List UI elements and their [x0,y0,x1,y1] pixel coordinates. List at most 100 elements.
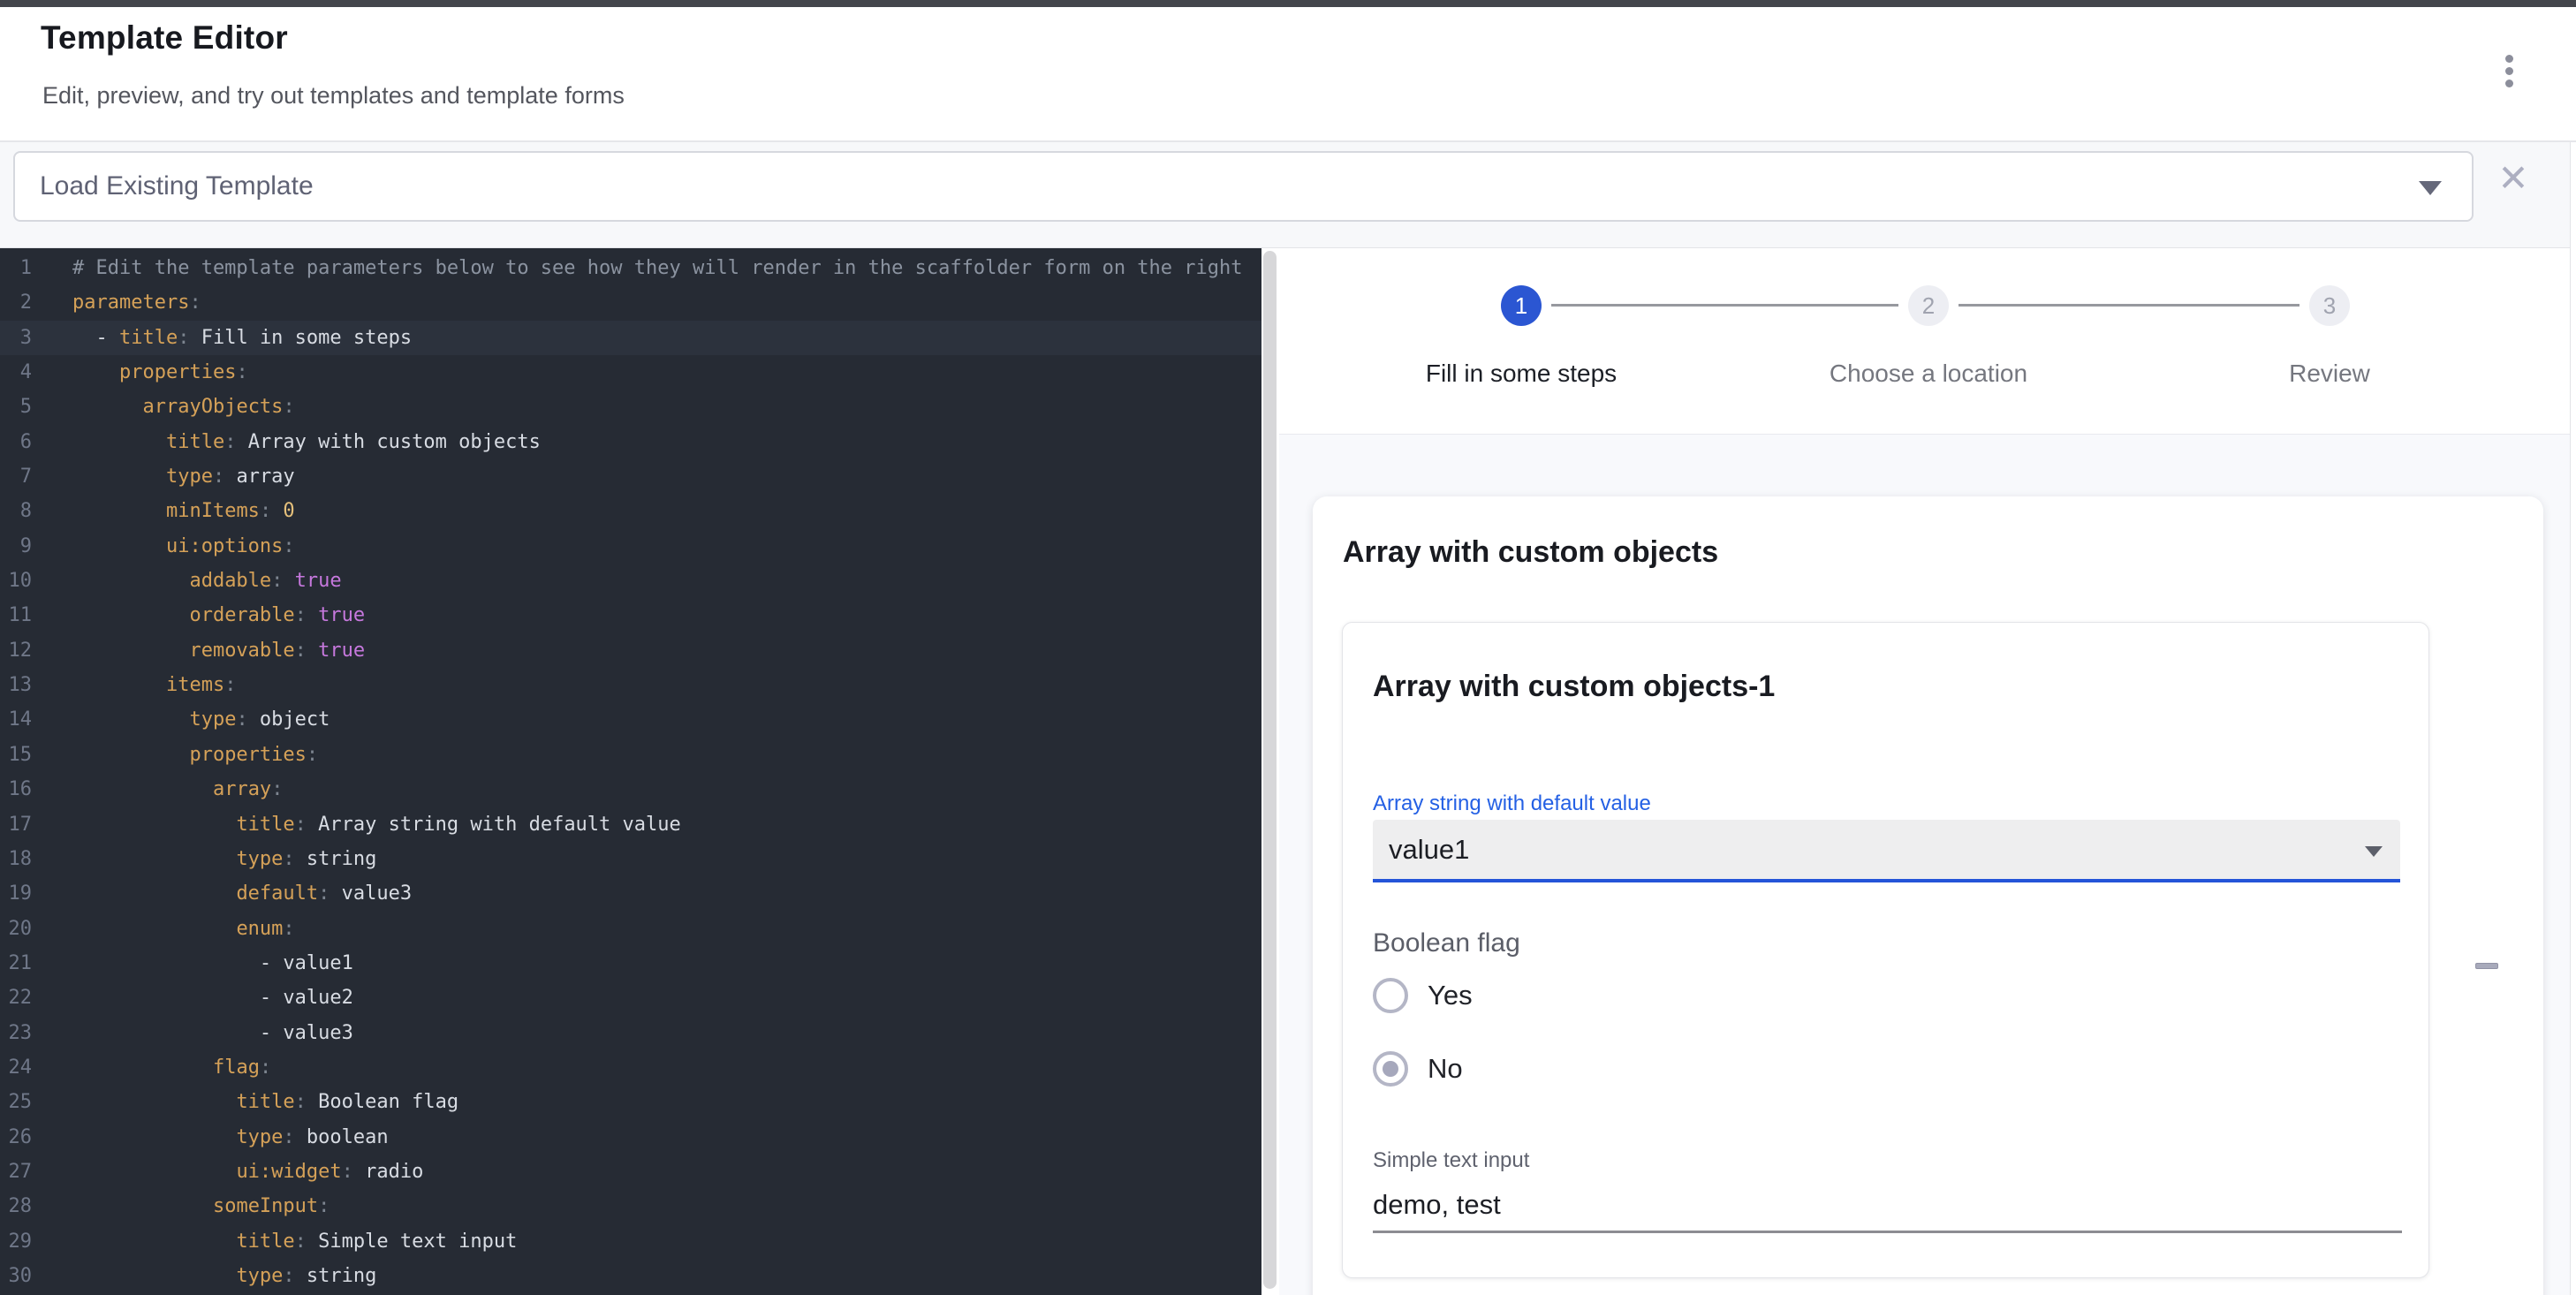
code-text: - title: Fill in some steps [32,321,412,355]
page-subtitle: Edit, preview, and try out templates and… [42,82,625,110]
select-field-label: Array string with default value [1373,791,1651,816]
code-line-17[interactable]: 17 title: Array string with default valu… [0,807,1261,842]
code-line-22[interactable]: 22 - value2 [0,981,1261,1015]
step-circle-2[interactable]: 2 [1908,285,1949,326]
code-line-12[interactable]: 12 removable: true [0,633,1261,668]
kebab-dot-icon [2505,80,2513,87]
radio-dot [1383,1061,1398,1077]
code-line-15[interactable]: 15 properties: [0,738,1261,772]
code-text: someInput: [32,1189,330,1223]
code-text: type: array [32,459,295,494]
code-line-24[interactable]: 24 flag: [0,1050,1261,1085]
select-value: value1 [1389,820,1469,879]
radio-selected-icon [1373,1051,1408,1087]
line-number: 29 [0,1224,32,1259]
code-text: title: Boolean flag [32,1085,458,1119]
line-number: 24 [0,1050,32,1085]
main-split: 1# Edit the template parameters below to… [0,248,2576,1295]
form-section-title: Array with custom objects [1343,535,1718,570]
code-line-29[interactable]: 29 title: Simple text input [0,1224,1261,1259]
radio-option-yes[interactable]: Yes [1373,978,1473,1013]
editor-scrollbar-thumb[interactable] [1263,251,1277,1289]
code-text: array: [32,772,283,807]
line-number: 26 [0,1120,32,1155]
code-text: enum: [32,912,295,946]
kebab-dot-icon [2505,67,2513,75]
text-input[interactable]: demo, test [1373,1189,1501,1221]
code-line-27[interactable]: 27 ui:widget: radio [0,1155,1261,1189]
code-line-25[interactable]: 25 title: Boolean flag [0,1085,1261,1119]
code-text: title: Simple text input [32,1224,517,1259]
code-line-4[interactable]: 4 properties: [0,355,1261,390]
line-number: 11 [0,598,32,632]
code-line-14[interactable]: 14 type: object [0,702,1261,737]
select-focus-underline [1373,879,2400,882]
load-template-row: Load Existing Template ✕ [0,142,2576,248]
code-text: # Edit the template parameters below to … [32,251,1243,285]
line-number: 2 [0,285,32,320]
code-line-7[interactable]: 7 type: array [0,459,1261,494]
code-line-18[interactable]: 18 type: string [0,842,1261,876]
line-number: 1 [0,251,32,285]
remove-item-button[interactable] [2466,950,2507,981]
editor-scrollbar[interactable] [1261,248,1279,1295]
line-number: 4 [0,355,32,390]
code-line-3[interactable]: 3 - title: Fill in some steps [0,321,1261,355]
line-number: 10 [0,564,32,598]
line-number: 21 [0,946,32,981]
code-text: orderable: true [32,598,365,632]
code-text: type: string [32,842,376,876]
code-line-21[interactable]: 21 - value1 [0,946,1261,981]
code-line-10[interactable]: 10 addable: true [0,564,1261,598]
code-line-2[interactable]: 2parameters: [0,285,1261,320]
line-number: 15 [0,738,32,772]
code-text: ui:options: [32,529,295,564]
code-text: - value2 [32,981,353,1015]
code-line-20[interactable]: 20 enum: [0,912,1261,946]
line-number: 6 [0,425,32,459]
line-number: 27 [0,1155,32,1189]
more-options-button[interactable] [2488,42,2530,99]
code-line-23[interactable]: 23 - value3 [0,1016,1261,1050]
array-string-select[interactable]: value1 [1373,820,2400,882]
code-line-30[interactable]: 30 type: string [0,1259,1261,1293]
step-circle-1[interactable]: 1 [1501,285,1542,326]
chevron-down-icon [2419,181,2442,195]
line-number: 3 [0,321,32,355]
code-line-11[interactable]: 11 orderable: true [0,598,1261,632]
step-label-3: Review [2289,360,2370,388]
code-line-1[interactable]: 1# Edit the template parameters below to… [0,251,1261,285]
code-text: - value1 [32,946,353,981]
step-label-1: Fill in some steps [1426,360,1617,388]
radio-option-no[interactable]: No [1373,1051,1463,1087]
clear-template-button[interactable]: ✕ [2488,153,2539,204]
step-circle-3[interactable]: 3 [2309,285,2350,326]
page-scrollbar-gutter[interactable] [2570,142,2576,1295]
code-text: - value3 [32,1016,353,1050]
minus-icon [2475,963,2498,969]
radio-group-label: Boolean flag [1373,928,1520,958]
code-editor[interactable]: 1# Edit the template parameters below to… [0,248,1261,1295]
page-header: Template Editor Edit, preview, and try o… [0,7,2576,142]
code-line-6[interactable]: 6 title: Array with custom objects [0,425,1261,459]
code-line-13[interactable]: 13 items: [0,668,1261,702]
code-text: properties: [32,355,248,390]
page-title: Template Editor [41,19,288,57]
load-template-select[interactable]: Load Existing Template [13,151,2474,222]
form-preview-panel: 1Fill in some steps2Choose a location3Re… [1279,248,2576,1295]
line-number: 16 [0,772,32,807]
code-line-28[interactable]: 28 someInput: [0,1189,1261,1223]
code-text: title: Array with custom objects [32,425,541,459]
load-template-placeholder: Load Existing Template [40,153,314,220]
code-text: arrayObjects: [32,390,295,424]
code-text: items: [32,668,236,702]
code-line-16[interactable]: 16 array: [0,772,1261,807]
code-line-8[interactable]: 8 minItems: 0 [0,494,1261,528]
code-line-26[interactable]: 26 type: boolean [0,1120,1261,1155]
line-number: 17 [0,807,32,842]
code-line-19[interactable]: 19 default: value3 [0,876,1261,911]
code-line-5[interactable]: 5 arrayObjects: [0,390,1261,424]
line-number: 23 [0,1016,32,1050]
array-item-card: Array with custom objects-1 Array string… [1342,622,2429,1278]
code-line-9[interactable]: 9 ui:options: [0,529,1261,564]
